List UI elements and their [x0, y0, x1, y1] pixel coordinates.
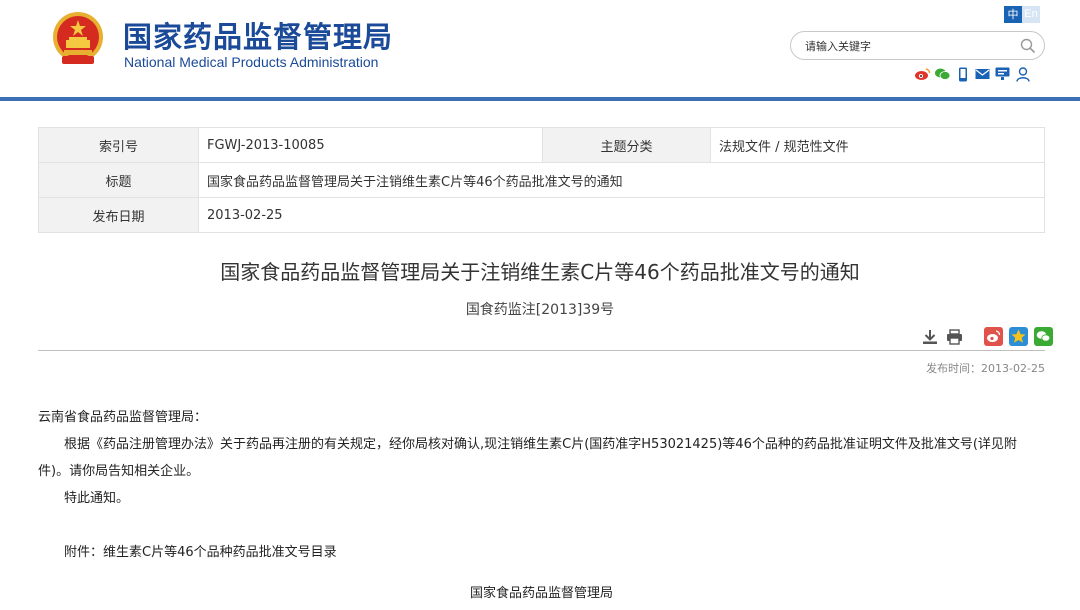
title-value: 国家食品药品监督管理局关于注销维生素C片等46个药品批准文号的通知 [198, 162, 1045, 198]
index-number-value: FGWJ-2013-10085 [198, 127, 543, 163]
signature: 国家食品药品监督管理局 [469, 586, 613, 601]
category-label: 主题分类 [542, 127, 711, 163]
site-header: 国家药品监督管理局 National Medical Products Admi… [0, 0, 1080, 98]
header-divider [0, 97, 1080, 101]
mobile-icon[interactable] [954, 66, 971, 82]
weibo-icon[interactable] [914, 66, 931, 82]
search-box [790, 31, 1045, 60]
feedback-icon[interactable] [994, 66, 1011, 82]
wechat-share-icon[interactable] [1034, 327, 1053, 346]
national-emblem-icon [53, 12, 103, 64]
print-icon[interactable] [945, 327, 964, 346]
language-switch: 中 En [1004, 6, 1040, 23]
download-icon[interactable] [920, 327, 939, 346]
wechat-icon[interactable] [934, 66, 951, 82]
category-value: 法规文件 / 规范性文件 [710, 127, 1045, 163]
lang-en-button[interactable]: En [1022, 6, 1040, 23]
qzone-share-icon[interactable] [1009, 327, 1028, 346]
mail-icon[interactable] [974, 66, 991, 82]
weibo-share-icon[interactable] [984, 327, 1003, 346]
publish-date-value: 2013-02-25 [198, 197, 1045, 233]
social-links [914, 66, 1031, 82]
site-title-cn[interactable]: 国家药品监督管理局 [123, 14, 393, 56]
site-title-en[interactable]: National Medical Products Administration [124, 54, 378, 70]
table-row: 标题 国家食品药品监督管理局关于注销维生素C片等46个药品批准文号的通知 [38, 162, 1045, 198]
document-metadata-table: 索引号 FGWJ-2013-10085 主题分类 法规文件 / 规范性文件 标题… [38, 127, 1045, 233]
search-icon[interactable] [1020, 38, 1036, 54]
table-row: 索引号 FGWJ-2013-10085 主题分类 法规文件 / 规范性文件 [38, 127, 1045, 163]
document-number: 国食药监注[2013]39号 [465, 302, 615, 318]
document-title: 国家食品药品监督管理局关于注销维生素C片等46个药品批准文号的通知 [220, 260, 860, 284]
body-paragraph: 根据《药品注册管理办法》关于药品再注册的有关规定，经你局核对确认,现注销维生素C… [38, 437, 1017, 479]
closing-paragraph: 特此通知。 [64, 491, 130, 506]
user-icon[interactable] [1014, 66, 1031, 82]
index-number-label: 索引号 [38, 127, 199, 163]
search-input[interactable] [805, 37, 1015, 55]
publish-date-label: 发布日期 [38, 197, 199, 233]
document-body: 云南省食品药品监督管理局： 根据《药品注册管理办法》关于药品再注册的有关规定，经… [38, 404, 1045, 607]
lang-zh-button[interactable]: 中 [1004, 6, 1022, 23]
content-divider [38, 350, 1045, 351]
publish-time: 发布时间：2013-02-25 [926, 362, 1045, 375]
table-row: 发布日期 2013-02-25 [38, 197, 1045, 233]
title-label: 标题 [38, 162, 199, 198]
salutation: 云南省食品药品监督管理局： [38, 410, 208, 425]
attachment-link[interactable]: 附件：维生素C片等46个品种药品批准文号目录 [38, 539, 1045, 566]
document-tools [920, 327, 1053, 346]
